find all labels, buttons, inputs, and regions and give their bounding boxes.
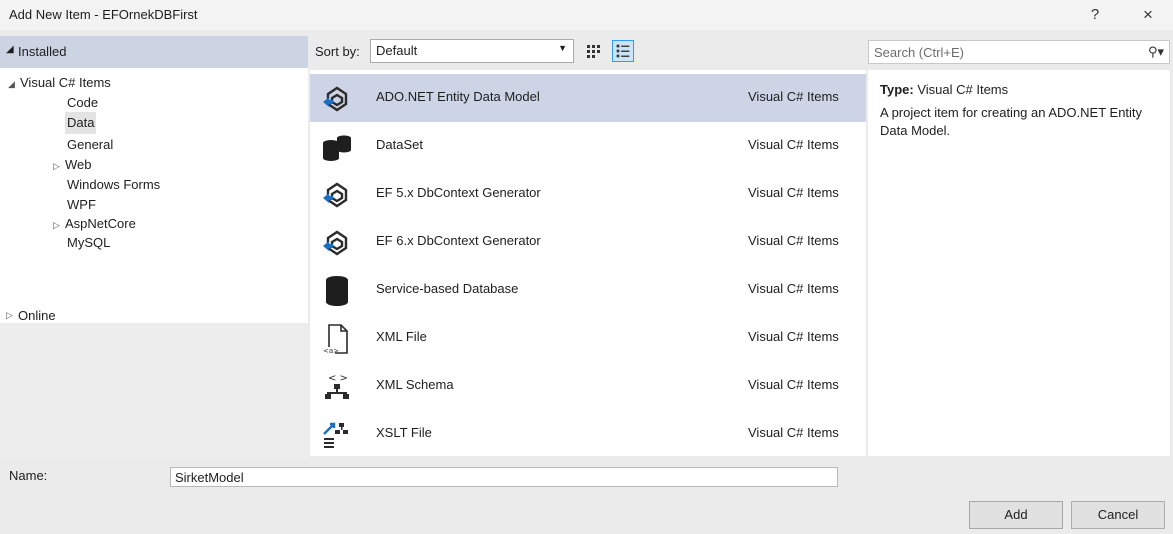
window-title: Add New Item - EFOrnekDBFirst: [9, 7, 198, 22]
item-description: A project item for creating an ADO.NET E…: [880, 105, 1143, 138]
item-name: Service-based Database: [376, 281, 519, 296]
collapsed-arrow-icon: ▷: [6, 310, 13, 320]
dataset-icon: [323, 135, 351, 161]
tree-item-label: AspNetCore: [65, 216, 136, 231]
item-name: XML File: [376, 329, 427, 344]
list-item[interactable]: EF 6.x DbContext Generator Visual C# Ite…: [310, 218, 866, 266]
ef5-generator-icon: [323, 182, 348, 208]
ef6-generator-icon: [323, 230, 348, 256]
tree-item-label: Code: [67, 95, 99, 110]
details-panel: Type: Visual C# Items A project item for…: [868, 70, 1170, 456]
xml-schema-icon: < >: [325, 373, 349, 399]
item-name: EF 6.x DbContext Generator: [376, 233, 541, 248]
name-input[interactable]: [170, 467, 838, 487]
item-name: DataSet: [376, 137, 423, 152]
item-name: XSLT File: [376, 425, 432, 440]
template-tree-panel: ◢ Installed ◢ Visual C# Items Code Data G…: [0, 36, 308, 458]
item-name: ADO.NET Entity Data Model: [376, 89, 540, 104]
item-name: EF 5.x DbContext Generator: [376, 185, 541, 200]
item-category: Visual C# Items: [748, 137, 839, 152]
xml-file-icon: <a>: [323, 324, 348, 355]
item-category: Visual C# Items: [748, 89, 839, 104]
list-item[interactable]: < > XML Schema Visual C# Items: [310, 362, 866, 410]
close-button[interactable]: ×: [1133, 3, 1163, 27]
sort-by-dropdown[interactable]: Default ▼: [370, 39, 574, 63]
title-bar: Add New Item - EFOrnekDBFirst ? ×: [0, 0, 1173, 30]
item-category: Visual C# Items: [748, 281, 839, 296]
svg-text:<a>: <a>: [323, 347, 339, 355]
entity-model-icon: [323, 86, 348, 112]
search-box: ⚲▾: [868, 40, 1170, 64]
help-button[interactable]: ?: [1080, 3, 1110, 27]
item-category: Visual C# Items: [748, 425, 839, 440]
chevron-down-icon: ▼: [558, 43, 567, 53]
list-item[interactable]: Service-based Database Visual C# Items: [310, 266, 866, 314]
installed-tree: ◢ Visual C# Items Code Data General ▷ Web …: [0, 68, 308, 323]
tree-item-label: WPF: [67, 197, 96, 212]
type-label: Type:: [880, 82, 914, 97]
search-icon[interactable]: ⚲▾: [1148, 44, 1164, 60]
tree-item-windows-forms[interactable]: Windows Forms: [67, 174, 160, 196]
installed-node[interactable]: ◢ Installed: [0, 36, 308, 68]
type-line: Type: Visual C# Items: [880, 82, 1008, 97]
installed-label: Installed: [18, 44, 67, 59]
item-category: Visual C# Items: [748, 233, 839, 248]
list-item[interactable]: <a> XML File Visual C# Items: [310, 314, 866, 362]
add-button[interactable]: Add: [969, 501, 1063, 529]
item-category: Visual C# Items: [748, 185, 839, 200]
tree-item-label: General: [67, 137, 114, 152]
tree-item-code[interactable]: Code: [67, 92, 98, 114]
list-item[interactable]: XSLT File Visual C# Items: [310, 410, 866, 458]
database-icon: [326, 276, 348, 306]
collapsed-arrow-icon: ▷: [53, 220, 60, 230]
svg-text:< >: < >: [328, 373, 348, 384]
tree-item-label: MySQL: [67, 235, 111, 250]
list-item[interactable]: DataSet Visual C# Items: [310, 122, 866, 170]
sort-toolbar: Sort by: Default ▼: [310, 36, 866, 68]
type-value: Visual C# Items: [917, 82, 1009, 97]
list-item[interactable]: EF 5.x DbContext Generator Visual C# Ite…: [310, 170, 866, 218]
tree-item-general[interactable]: General: [67, 134, 113, 156]
tree-item-mysql[interactable]: MySQL: [67, 232, 110, 254]
online-label: Online: [18, 308, 56, 323]
item-category: Visual C# Items: [748, 377, 839, 392]
tree-item-label: Visual C# Items: [20, 75, 111, 90]
collapse-triangle-icon: ◢: [6, 44, 14, 55]
online-node[interactable]: ▷ Online: [0, 306, 308, 330]
sort-by-value: Default: [376, 43, 418, 58]
sort-by-label: Sort by:: [315, 44, 360, 59]
cancel-button[interactable]: Cancel: [1071, 501, 1165, 529]
expanded-arrow-icon: ◢: [8, 79, 15, 89]
tree-item-label: Windows Forms: [67, 177, 161, 192]
search-input[interactable]: [869, 41, 1139, 63]
item-template-list: ADO.NET Entity Data Model Visual C# Item…: [310, 70, 866, 456]
item-category: Visual C# Items: [748, 329, 839, 344]
tree-item-data[interactable]: Data: [65, 112, 97, 134]
item-name: XML Schema: [376, 377, 454, 392]
tree-item-label: Data: [67, 115, 95, 130]
list-item[interactable]: ADO.NET Entity Data Model Visual C# Item…: [310, 74, 866, 122]
list-view-icon[interactable]: [612, 40, 634, 62]
collapsed-arrow-icon: ▷: [53, 161, 60, 171]
name-label: Name:: [9, 468, 48, 483]
tree-item-web[interactable]: ▷ Web: [53, 154, 92, 176]
tree-item-visual-csharp[interactable]: ◢ Visual C# Items: [8, 72, 111, 94]
tree-item-label: Web: [65, 157, 92, 172]
xslt-file-icon: [323, 422, 348, 448]
small-icons-view-icon[interactable]: [586, 43, 602, 59]
